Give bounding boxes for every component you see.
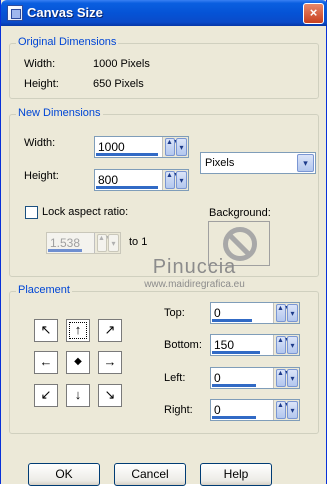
left-arrows: ▲▼ ▾ (273, 368, 299, 388)
chevron-down-icon[interactable]: ▾ (176, 171, 187, 189)
close-button[interactable]: × (303, 3, 324, 24)
aspect-ratio-slider[interactable] (48, 249, 82, 252)
new-height-arrows: ▲▼ ▾ (162, 170, 188, 190)
original-width-value: 1000 Pixels (93, 58, 150, 70)
right-value: 0 (214, 403, 221, 417)
up-down-icon[interactable]: ▲▼ (276, 336, 291, 354)
chevron-down-icon[interactable]: ▾ (287, 304, 298, 322)
top-arrows: ▲▼ ▾ (273, 303, 299, 323)
new-height-value: 800 (98, 173, 119, 187)
chevron-down-icon[interactable]: ▾ (176, 138, 187, 156)
up-down-icon[interactable]: ▲▼ (97, 234, 112, 252)
chevron-down-icon[interactable]: ▾ (287, 401, 298, 419)
placement-center-button[interactable]: ◆ (66, 351, 90, 374)
units-value: Pixels (205, 157, 235, 169)
original-dimensions-legend: Original Dimensions (16, 36, 119, 48)
right-slider[interactable] (212, 416, 256, 419)
placement-bottom-center-button[interactable]: ↓ (66, 384, 90, 407)
new-dimensions-legend: New Dimensions (16, 107, 103, 119)
new-height-label: Height: (24, 170, 59, 182)
bottom-label: Bottom: (164, 339, 202, 351)
placement-top-left-button[interactable]: ↖ (34, 319, 58, 342)
original-height-label: Height: (24, 78, 59, 90)
bottom-value: 150 (214, 338, 235, 352)
left-label: Left: (164, 372, 186, 384)
bottom-arrows: ▲▼ ▾ (273, 335, 299, 355)
chevron-down-icon[interactable]: ▾ (108, 234, 119, 252)
title-bar[interactable]: Canvas Size × (1, 0, 327, 26)
cancel-button[interactable]: Cancel (114, 463, 186, 486)
chevron-down-icon[interactable]: ▾ (287, 369, 298, 387)
aspect-ratio-spinner[interactable]: 1.538 ▲▼ ▾ (46, 232, 121, 254)
up-down-icon[interactable]: ▲▼ (165, 138, 180, 156)
help-button[interactable]: Help (200, 463, 272, 486)
left-slider[interactable] (212, 384, 256, 387)
aspect-ratio-value: 1.538 (50, 236, 81, 250)
background-label: Background: (209, 207, 271, 219)
new-width-label: Width: (24, 137, 56, 149)
left-spinner[interactable]: 0 ▲▼ ▾ (210, 367, 300, 389)
original-width-label: Width: (24, 58, 56, 70)
chevron-down-icon[interactable]: ▾ (287, 336, 298, 354)
units-select[interactable]: Pixels ▾ (200, 152, 316, 174)
chevron-down-icon[interactable]: ▾ (297, 154, 314, 172)
placement-middle-right-button[interactable]: → (98, 351, 122, 374)
new-width-arrows: ▲▼ ▾ (162, 137, 188, 157)
new-width-value: 1000 (98, 140, 125, 154)
new-width-slider[interactable] (96, 153, 158, 156)
aspect-ratio-arrows: ▲▼ ▾ (94, 233, 120, 253)
top-value: 0 (214, 306, 221, 320)
up-down-icon[interactable]: ▲▼ (165, 171, 180, 189)
right-spinner[interactable]: 0 ▲▼ ▾ (210, 399, 300, 421)
bottom-slider[interactable] (212, 351, 260, 354)
placement-middle-left-button[interactable]: ← (34, 351, 58, 374)
placement-top-center-button[interactable]: ↑ (66, 319, 90, 342)
new-width-spinner[interactable]: 1000 ▲▼ ▾ (94, 136, 189, 158)
lock-aspect-checkbox[interactable] (25, 206, 38, 219)
to-one-label: to 1 (129, 236, 148, 248)
bottom-spinner[interactable]: 150 ▲▼ ▾ (210, 334, 300, 356)
original-dimensions-group: Original Dimensions (9, 36, 319, 99)
new-height-slider[interactable] (96, 186, 158, 189)
left-value: 0 (214, 371, 221, 385)
up-down-icon[interactable]: ▲▼ (276, 401, 291, 419)
up-down-icon[interactable]: ▲▼ (276, 304, 291, 322)
placement-bottom-left-button[interactable]: ↙ (34, 384, 58, 407)
right-arrows: ▲▼ ▾ (273, 400, 299, 420)
watermark-name: Pinuccia (152, 256, 237, 278)
top-label: Top: (164, 307, 185, 319)
placement-legend: Placement (16, 284, 72, 296)
top-slider[interactable] (212, 319, 252, 322)
window-title: Canvas Size (27, 5, 103, 20)
top-spinner[interactable]: 0 ▲▼ ▾ (210, 302, 300, 324)
canvas-icon (7, 5, 23, 21)
original-height-value: 650 Pixels (93, 78, 144, 90)
ok-button[interactable]: OK (28, 463, 100, 486)
canvas-size-dialog: Canvas Size × Original Dimensions Width:… (0, 0, 327, 486)
up-down-icon[interactable]: ▲▼ (276, 369, 291, 387)
lock-aspect-label: Lock aspect ratio: (42, 206, 129, 218)
new-height-spinner[interactable]: 800 ▲▼ ▾ (94, 169, 189, 191)
right-label: Right: (164, 404, 193, 416)
placement-bottom-right-button[interactable]: ↘ (98, 384, 122, 407)
placement-top-right-button[interactable]: ↗ (98, 319, 122, 342)
